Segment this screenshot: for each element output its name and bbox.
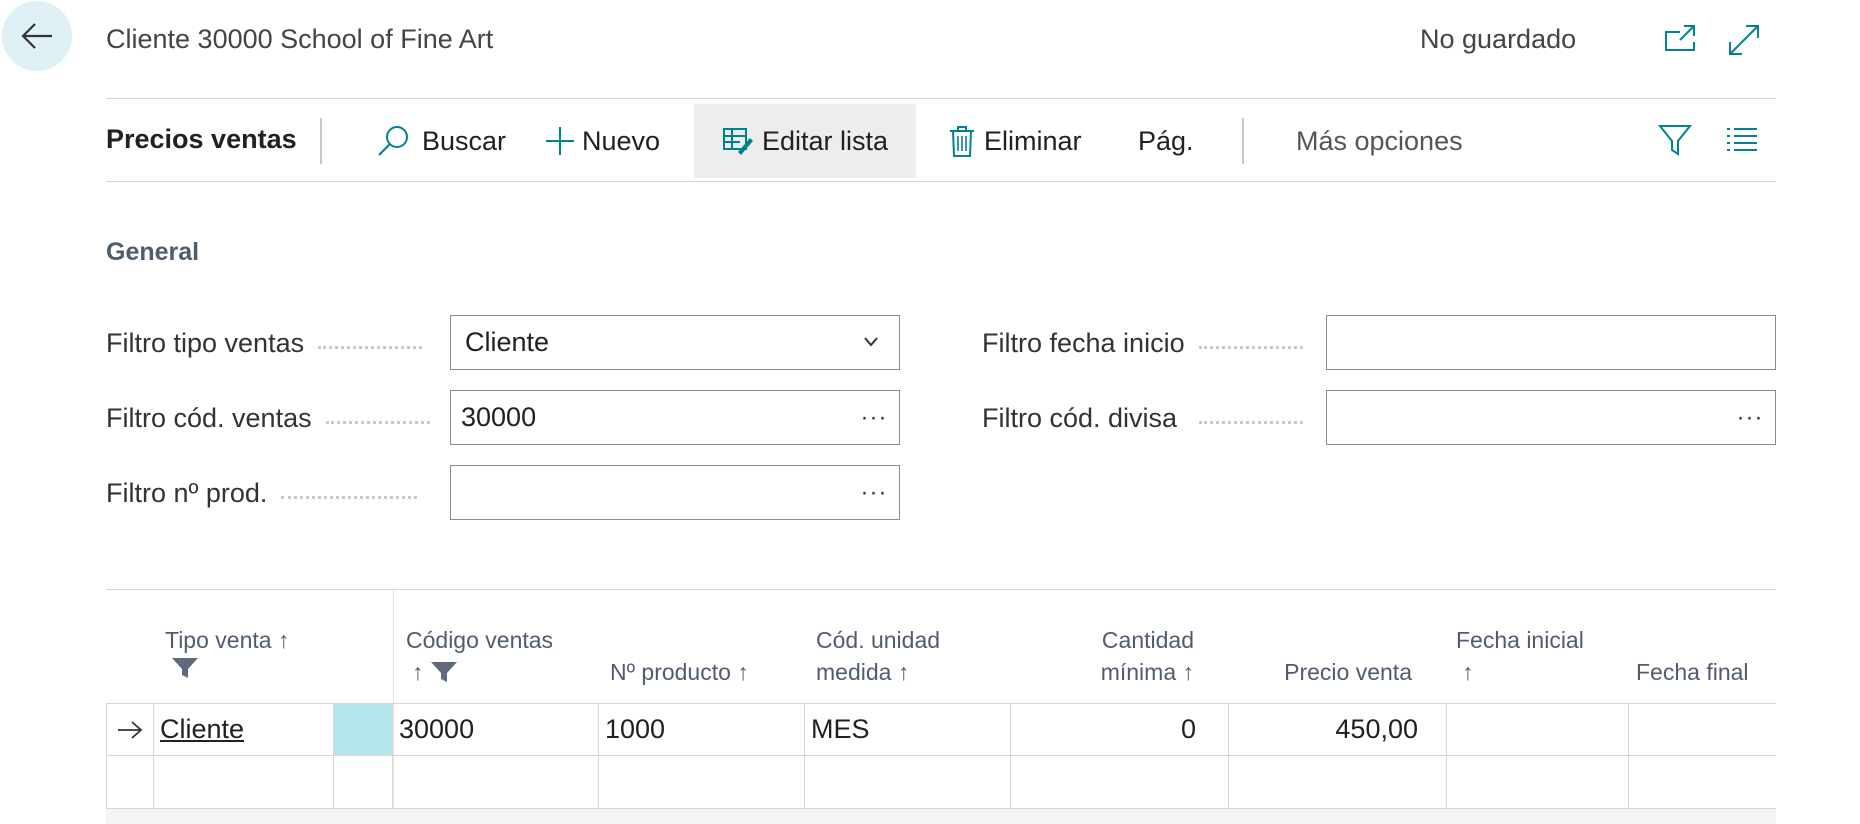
sort-arrow: ↑	[412, 659, 424, 685]
currency-filter-text: Filtro cód. divisa	[982, 403, 1178, 433]
empty-cell[interactable]	[599, 756, 805, 809]
search-button[interactable]: Buscar	[376, 104, 506, 178]
item-no-filter-text: Filtro nº prod.	[106, 478, 268, 508]
empty-cell[interactable]	[334, 756, 393, 809]
start-date-filter-input[interactable]	[1326, 315, 1776, 370]
action-separator-2	[1242, 118, 1244, 164]
back-button[interactable]	[2, 1, 72, 71]
edit-list-label: Editar lista	[762, 125, 889, 156]
lookup-ellipsis-button[interactable]: ···	[849, 479, 899, 507]
grid-footer-strip	[106, 809, 1776, 824]
col-header-uom[interactable]: Cód. unidad medida ↑	[816, 624, 940, 688]
new-label: Nuevo	[582, 125, 661, 156]
new-button[interactable]: Nuevo	[544, 104, 660, 178]
arrow-left-icon	[21, 23, 52, 49]
col-header-unit-price[interactable]: Precio venta	[1250, 656, 1412, 688]
cell-sales-code[interactable]: 30000	[393, 704, 599, 756]
action-separator	[320, 118, 322, 164]
cell-sales-type[interactable]: Cliente	[154, 704, 334, 756]
sales-type-filter-select[interactable]: Cliente	[450, 315, 900, 370]
empty-cell[interactable]	[805, 756, 1011, 809]
col-header-end-date[interactable]: Fecha final	[1636, 656, 1749, 688]
col-header-start-date-line1: Fecha inicial	[1456, 627, 1584, 653]
col-header-start-date-line2: ↑	[1462, 659, 1474, 685]
col-header-sales-type-text: Tipo venta ↑	[165, 627, 290, 653]
col-header-item-no[interactable]: Nº producto ↑	[610, 656, 749, 688]
header-divider	[106, 98, 1776, 99]
cell-end-date[interactable]	[1629, 704, 1776, 756]
sales-type-filter-label: Filtro tipo ventas	[106, 328, 423, 359]
lookup-ellipsis-button[interactable]: ···	[849, 404, 899, 432]
col-header-sales-code[interactable]: Código ventas ↑	[406, 624, 553, 688]
tab-precios-ventas[interactable]: Precios ventas	[106, 124, 297, 155]
dotted-leader	[325, 421, 430, 424]
empty-cell[interactable]	[1629, 756, 1776, 809]
trash-icon	[950, 126, 974, 157]
col-header-min-qty-line1: Cantidad	[1101, 627, 1194, 653]
empty-cell[interactable]	[1447, 756, 1629, 809]
cell-item-no[interactable]: 1000	[599, 704, 805, 756]
cell-unit-price[interactable]: 450,00	[1229, 704, 1447, 756]
search-label: Buscar	[422, 125, 507, 156]
page-menu-button[interactable]: Pág.	[1138, 104, 1194, 178]
more-options-button[interactable]: Más opciones	[1296, 104, 1463, 178]
col-header-sales-code-text: Código ventas	[406, 627, 554, 653]
plus-icon	[546, 127, 574, 155]
col-header-min-qty-line2: mínima ↑	[1100, 659, 1194, 685]
save-status: No guardado	[1420, 24, 1577, 54]
cell-uom[interactable]: MES	[805, 704, 1011, 756]
sales-type-link[interactable]: Cliente	[160, 714, 244, 745]
empty-cell[interactable]	[1229, 756, 1447, 809]
table-top-divider	[106, 589, 1776, 590]
col-header-start-date[interactable]: Fecha inicial ↑	[1456, 624, 1584, 688]
currency-filter-label: Filtro cód. divisa	[982, 403, 1304, 434]
open-in-new-window-icon[interactable]	[1662, 22, 1698, 58]
item-no-filter-label: Filtro nº prod.	[106, 478, 418, 509]
sales-code-filter-label: Filtro cód. ventas	[106, 403, 430, 434]
edit-list-button[interactable]: Editar lista	[694, 104, 916, 178]
empty-cell[interactable]	[393, 756, 599, 809]
list-view-icon[interactable]	[1726, 126, 1758, 159]
arrow-right-icon	[117, 720, 142, 739]
delete-label: Eliminar	[984, 125, 1082, 156]
page-title: Cliente 30000 School of Fine Art	[106, 24, 494, 54]
selection-marker-cell[interactable]	[334, 704, 393, 756]
chevron-down-icon	[864, 336, 878, 347]
filter-funnel-icon	[430, 662, 457, 682]
search-icon	[378, 126, 408, 156]
filter-icon[interactable]	[1657, 123, 1693, 162]
item-no-filter-input[interactable]: ···	[450, 465, 900, 520]
row-indicator-empty[interactable]	[106, 756, 154, 809]
row-indicator[interactable]	[106, 704, 154, 756]
empty-cell[interactable]	[154, 756, 334, 809]
section-title-general: General	[106, 238, 200, 266]
start-date-filter-label: Filtro fecha inicio	[982, 328, 1303, 359]
start-date-filter-text: Filtro fecha inicio	[982, 328, 1185, 358]
dotted-leader	[1199, 421, 1304, 424]
actionbar-divider	[106, 181, 1776, 182]
dotted-leader	[318, 346, 423, 349]
lookup-ellipsis-button[interactable]: ···	[1725, 404, 1775, 432]
dotted-leader	[281, 496, 418, 499]
edit-list-icon	[723, 128, 753, 155]
cell-start-date[interactable]	[1447, 704, 1629, 756]
col-header-uom-line2: medida ↑	[816, 659, 910, 685]
empty-cell[interactable]	[1011, 756, 1229, 809]
col-header-min-qty[interactable]: Cantidad mínima ↑	[1060, 624, 1194, 688]
cell-min-qty[interactable]: 0	[1011, 704, 1229, 756]
sales-type-filter-value: Cliente	[465, 327, 550, 357]
sales-code-filter-value: 30000	[461, 402, 537, 432]
sales-code-filter-text: Filtro cód. ventas	[106, 403, 312, 433]
currency-filter-input[interactable]: ···	[1326, 390, 1776, 445]
filter-funnel-icon	[172, 658, 198, 678]
sales-type-filter-text: Filtro tipo ventas	[106, 328, 305, 358]
dotted-leader	[1198, 346, 1303, 349]
expand-icon[interactable]	[1726, 22, 1762, 58]
delete-button[interactable]: Eliminar	[948, 104, 1082, 178]
col-header-uom-line1: Cód. unidad	[816, 627, 941, 653]
sales-code-filter-input[interactable]: 30000 ···	[450, 390, 900, 445]
col-header-sales-type[interactable]: Tipo venta ↑	[165, 624, 289, 680]
